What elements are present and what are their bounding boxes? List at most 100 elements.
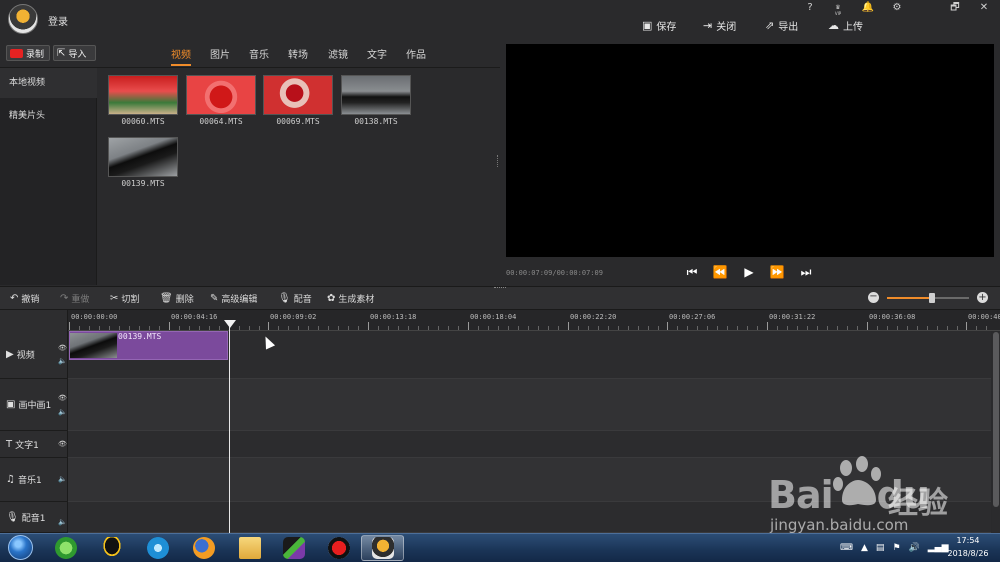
tray-expand-icon[interactable]: ▲: [861, 543, 868, 553]
help-icon[interactable]: ?: [801, 2, 819, 14]
tab-works[interactable]: 作品: [406, 46, 426, 66]
generate-material-button[interactable]: ✿ 生成素材: [327, 292, 374, 305]
media-item[interactable]: 00069.MTS: [263, 75, 333, 126]
speaker-icon[interactable]: 🔈: [58, 408, 67, 416]
media-name: 00060.MTS: [121, 117, 165, 126]
pip-track-icon: ▣: [6, 399, 16, 410]
upload-button[interactable]: ☁ 上传: [828, 18, 863, 33]
bell-icon[interactable]: 🔔: [859, 2, 877, 14]
tab-video[interactable]: 视频: [171, 46, 191, 66]
ruler-minor-tick: [717, 326, 718, 330]
tab-text[interactable]: 文字: [367, 46, 387, 66]
zoom-out-icon[interactable]: −: [868, 292, 879, 303]
import-button[interactable]: ⇱ 导入: [53, 45, 96, 61]
media-item[interactable]: 00064.MTS: [186, 75, 256, 126]
taskbar-app[interactable]: [136, 535, 179, 561]
playhead-handle[interactable]: [224, 320, 236, 328]
media-item[interactable]: 00138.MTS: [341, 75, 411, 126]
ruler-minor-tick: [408, 326, 409, 330]
taskbar-app[interactable]: [228, 535, 271, 561]
track-text[interactable]: [68, 431, 991, 458]
track-header-pip: ▣ 画中画1: [0, 379, 68, 431]
dub-button[interactable]: 🎙 配音: [278, 292, 312, 305]
flag-icon[interactable]: ⚑: [892, 543, 900, 553]
ruler-minor-tick: [628, 326, 629, 330]
sidebar-item-intros[interactable]: 精美片头: [0, 101, 97, 131]
close-project-label: 关闭: [716, 22, 737, 33]
ruler-label: 00:00:22:20: [570, 313, 617, 321]
close-project-button[interactable]: ⇥ 关闭: [703, 18, 736, 33]
track-header-video: ▶ 视频: [0, 331, 68, 379]
vip-icon[interactable]: ♛ VIP: [829, 2, 847, 16]
panel-resize-handle[interactable]: [497, 155, 500, 167]
cut-button[interactable]: ✂ 切割: [110, 292, 139, 305]
media-name: 00069.MTS: [276, 117, 320, 126]
ruler-minor-tick: [648, 326, 649, 330]
split-resize-handle[interactable]: [494, 287, 506, 289]
eye-icon[interactable]: 👁: [58, 344, 67, 352]
save-button[interactable]: ▣ 保存: [642, 18, 676, 33]
speaker-icon[interactable]: 🔈: [58, 475, 67, 483]
speaker-icon[interactable]: 🔈: [58, 357, 67, 365]
close-icon[interactable]: ✕: [975, 2, 993, 14]
eye-icon[interactable]: 👁: [58, 394, 67, 402]
tab-music[interactable]: 音乐: [249, 46, 269, 66]
user-avatar[interactable]: [8, 4, 38, 34]
ruler-minor-tick: [498, 326, 499, 330]
sidebar-item-local-video[interactable]: 本地视频: [0, 68, 97, 98]
volume-icon[interactable]: 🔊: [909, 543, 920, 553]
track-pip[interactable]: [68, 379, 991, 431]
zoom-in-icon[interactable]: +: [977, 292, 988, 303]
tab-image[interactable]: 图片: [210, 46, 230, 66]
skip-end-icon[interactable]: ⏭: [798, 264, 814, 280]
step-back-icon[interactable]: ⏪: [712, 264, 728, 280]
text-track-icon: T: [6, 438, 13, 450]
ruler-minor-tick: [877, 326, 878, 330]
taskbar-app[interactable]: [317, 535, 360, 561]
ruler-minor-tick: [757, 326, 758, 330]
ruler-minor-tick: [239, 326, 240, 330]
playhead[interactable]: [229, 322, 230, 534]
taskbar-app[interactable]: [272, 535, 315, 561]
system-clock[interactable]: 17:54 2018/8/26: [940, 534, 996, 560]
taskbar-app-active[interactable]: [361, 535, 404, 561]
tab-filter[interactable]: 滤镜: [328, 46, 348, 66]
skip-start-icon[interactable]: ⏮: [684, 264, 700, 280]
play-icon[interactable]: ▶: [741, 264, 757, 280]
save-icon: ▣: [642, 19, 653, 32]
tab-transition[interactable]: 转场: [288, 46, 308, 66]
taskbar-app[interactable]: [90, 535, 133, 561]
advanced-edit-button[interactable]: ✎ 高级编辑: [210, 292, 257, 305]
ruler-minor-tick: [89, 326, 90, 330]
ruler-minor-tick: [428, 326, 429, 330]
taskbar-app[interactable]: [182, 535, 225, 561]
ruler-minor-tick: [288, 326, 289, 330]
taskbar-app[interactable]: [44, 535, 87, 561]
ruler-minor-tick: [259, 326, 260, 330]
zoom-slider-handle[interactable]: [929, 293, 935, 303]
media-item[interactable]: 00060.MTS: [108, 75, 178, 126]
undo-button[interactable]: ↶ 撤销: [10, 292, 39, 305]
eye-icon[interactable]: 👁: [58, 440, 67, 448]
keyboard-icon[interactable]: ⌨: [840, 543, 853, 553]
delete-button[interactable]: 🗑 删除: [160, 292, 194, 305]
redo-button[interactable]: ↷ 重做: [60, 292, 89, 305]
track-label: 配音1: [21, 513, 46, 524]
media-item[interactable]: 00139.MTS: [108, 137, 178, 188]
video-preview[interactable]: [506, 44, 994, 257]
gear-icon[interactable]: ⚙: [888, 2, 906, 14]
login-link[interactable]: 登录: [48, 13, 68, 28]
start-button[interactable]: [2, 533, 40, 562]
record-button[interactable]: 录制: [6, 45, 50, 61]
preview-timecode: 00:00:07:09/00:00:07:09: [506, 269, 603, 277]
ruler-minor-tick: [957, 326, 958, 330]
ruler-label: 00:00:36:08: [869, 313, 916, 321]
speaker-icon[interactable]: 🔈: [58, 518, 67, 526]
close-project-icon: ⇥: [703, 19, 713, 32]
restore-icon[interactable]: 🗗: [946, 2, 964, 14]
timeline-scrollbar-thumb[interactable]: [993, 332, 999, 507]
export-button[interactable]: ⇗ 导出: [765, 18, 798, 33]
step-forward-icon[interactable]: ⏩: [769, 264, 785, 280]
video-editor-icon: [371, 537, 394, 559]
network-adapter-icon[interactable]: ▤: [876, 543, 885, 553]
